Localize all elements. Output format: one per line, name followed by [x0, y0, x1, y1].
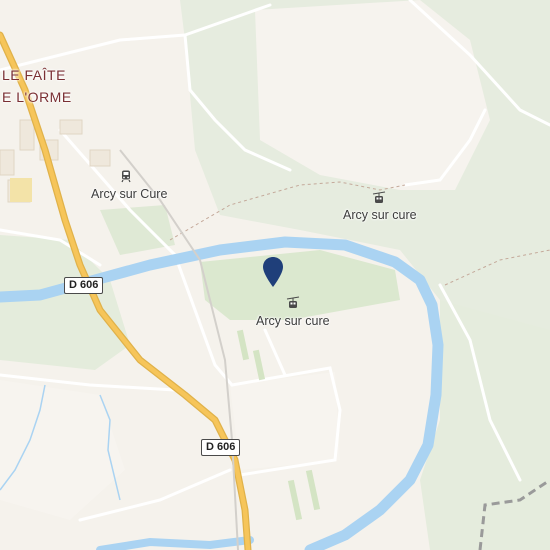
field-area [0, 380, 125, 520]
town-label: E L'ORME [2, 89, 72, 105]
road-shield: D 606 [64, 277, 104, 294]
forest-area [0, 235, 130, 370]
river [96, 536, 254, 550]
aerial-lift-label[interactable]: Arcy sur cure [256, 314, 330, 328]
train-station-icon[interactable] [119, 169, 133, 183]
road-shield: D 606 [201, 439, 241, 456]
cable-car-icon[interactable] [372, 191, 386, 205]
map-view[interactable]: LE FAÎTE E L'ORME Arcy sur Cure Arcy sur… [0, 0, 550, 550]
forest-area [100, 205, 175, 255]
town-label: LE FAÎTE [2, 67, 66, 83]
aerial-lift-label[interactable]: Arcy sur cure [343, 208, 417, 222]
station-label[interactable]: Arcy sur Cure [91, 187, 167, 201]
cable-car-icon[interactable] [286, 296, 300, 310]
location-pin-icon[interactable] [262, 256, 284, 289]
field-area [230, 372, 340, 470]
meadow-area [200, 250, 400, 320]
